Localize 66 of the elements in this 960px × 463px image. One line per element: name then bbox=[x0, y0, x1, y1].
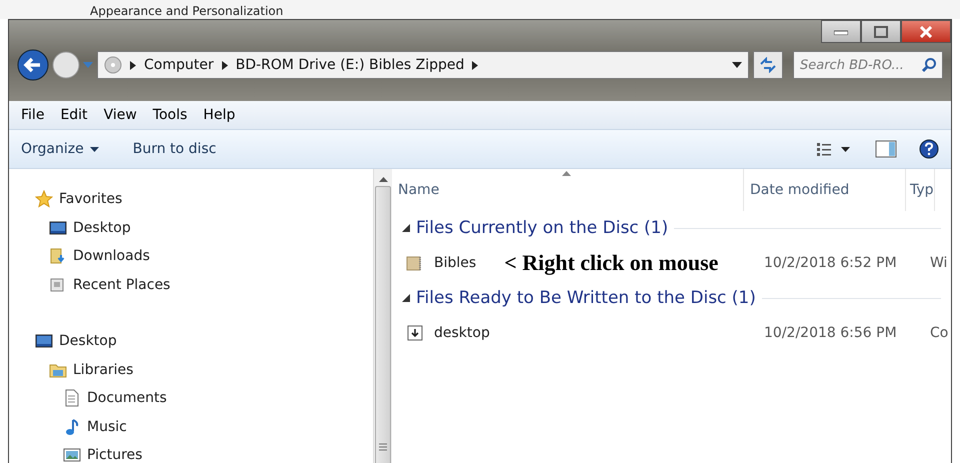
file-name[interactable]: desktop bbox=[434, 325, 490, 341]
organize-menu-button[interactable]: Organize bbox=[21, 141, 99, 157]
shortcut-icon bbox=[406, 324, 424, 342]
group-header[interactable]: Files Currently on the Disc (1) bbox=[416, 218, 668, 238]
nav-item[interactable]: Pictures bbox=[87, 447, 142, 463]
scrollbar[interactable] bbox=[373, 169, 392, 463]
monitor-icon bbox=[49, 218, 67, 237]
monitor-icon bbox=[35, 332, 53, 350]
menu-item[interactable]: View bbox=[96, 105, 145, 125]
background-window-title: Appearance and Personalization bbox=[90, 4, 284, 18]
caret-icon bbox=[90, 146, 99, 152]
type-cell-text: Co bbox=[929, 325, 948, 341]
nav-item[interactable]: Desktop bbox=[73, 220, 131, 236]
refresh-button[interactable] bbox=[753, 51, 783, 79]
address-bar[interactable]: Computer BD-ROM Drive (E:) Bibles Zipped bbox=[97, 51, 749, 79]
nav-item[interactable]: Desktop bbox=[59, 333, 117, 350]
column-header[interactable]: Typ bbox=[910, 182, 934, 198]
help-icon[interactable] bbox=[919, 139, 939, 159]
close-icon bbox=[919, 26, 933, 38]
nav-item[interactable]: Downloads bbox=[73, 248, 150, 264]
maximize-button[interactable] bbox=[861, 20, 901, 43]
chevron-icon bbox=[472, 60, 478, 70]
breadcrumb[interactable]: Computer bbox=[144, 57, 214, 73]
column-header[interactable]: Date modified bbox=[750, 182, 850, 198]
file-name[interactable]: Bibles bbox=[434, 255, 476, 271]
grip-icon bbox=[379, 443, 387, 451]
refresh-arrows-icon bbox=[759, 57, 777, 73]
menu-item[interactable]: Help bbox=[195, 105, 244, 125]
chevron-icon bbox=[222, 60, 228, 70]
menu-item[interactable]: Edit bbox=[52, 105, 96, 125]
column-header[interactable]: Name bbox=[398, 182, 440, 198]
view-options-icon[interactable] bbox=[817, 142, 853, 156]
group-header[interactable]: Files Ready to Be Written to the Disc (1) bbox=[416, 288, 756, 308]
search-icon[interactable] bbox=[921, 57, 937, 73]
disc-icon bbox=[104, 56, 122, 74]
annotation-text: < Right click on mouse bbox=[504, 250, 718, 276]
minimize-button[interactable] bbox=[821, 20, 861, 43]
back-button[interactable] bbox=[17, 49, 49, 81]
nav-item[interactable]: Libraries bbox=[73, 362, 134, 378]
star-icon bbox=[35, 190, 53, 208]
collapse-triangle-icon[interactable] bbox=[402, 294, 410, 302]
document-icon bbox=[63, 389, 81, 408]
maximize-icon bbox=[874, 26, 888, 38]
forward-button[interactable] bbox=[51, 50, 81, 80]
zipped-folder-icon bbox=[406, 254, 424, 272]
search-field[interactable]: Search BD-RO... bbox=[793, 51, 943, 79]
nav-item[interactable]: Recent Places bbox=[73, 276, 170, 293]
folder-download-icon bbox=[49, 247, 67, 266]
nav-item[interactable]: Documents bbox=[87, 390, 167, 406]
chevron-icon bbox=[130, 60, 136, 70]
date-cell-text: 10/2/2018 6:56 PM bbox=[763, 325, 898, 341]
nav-item[interactable]: Favorites bbox=[59, 191, 122, 208]
nav-item[interactable]: Music bbox=[87, 418, 127, 435]
music-note-icon bbox=[63, 418, 81, 436]
scroll-up-arrow-icon[interactable] bbox=[378, 177, 388, 182]
minimize-icon bbox=[834, 28, 848, 34]
date-cell-text: 10/2/2018 6:52 PM bbox=[763, 255, 898, 271]
collapse-triangle-icon[interactable] bbox=[402, 224, 410, 232]
dropdown-caret-icon[interactable] bbox=[732, 62, 742, 68]
preview-pane-icon[interactable] bbox=[875, 140, 897, 158]
menu-item[interactable]: File bbox=[13, 105, 52, 125]
breadcrumb[interactable]: BD-ROM Drive (E:) Bibles Zipped bbox=[236, 57, 464, 73]
command-button[interactable]: Burn to disc bbox=[132, 141, 216, 157]
type-cell-text: Wi bbox=[929, 255, 948, 271]
menu-item[interactable]: Tools bbox=[144, 105, 196, 125]
close-button[interactable] bbox=[901, 20, 951, 43]
